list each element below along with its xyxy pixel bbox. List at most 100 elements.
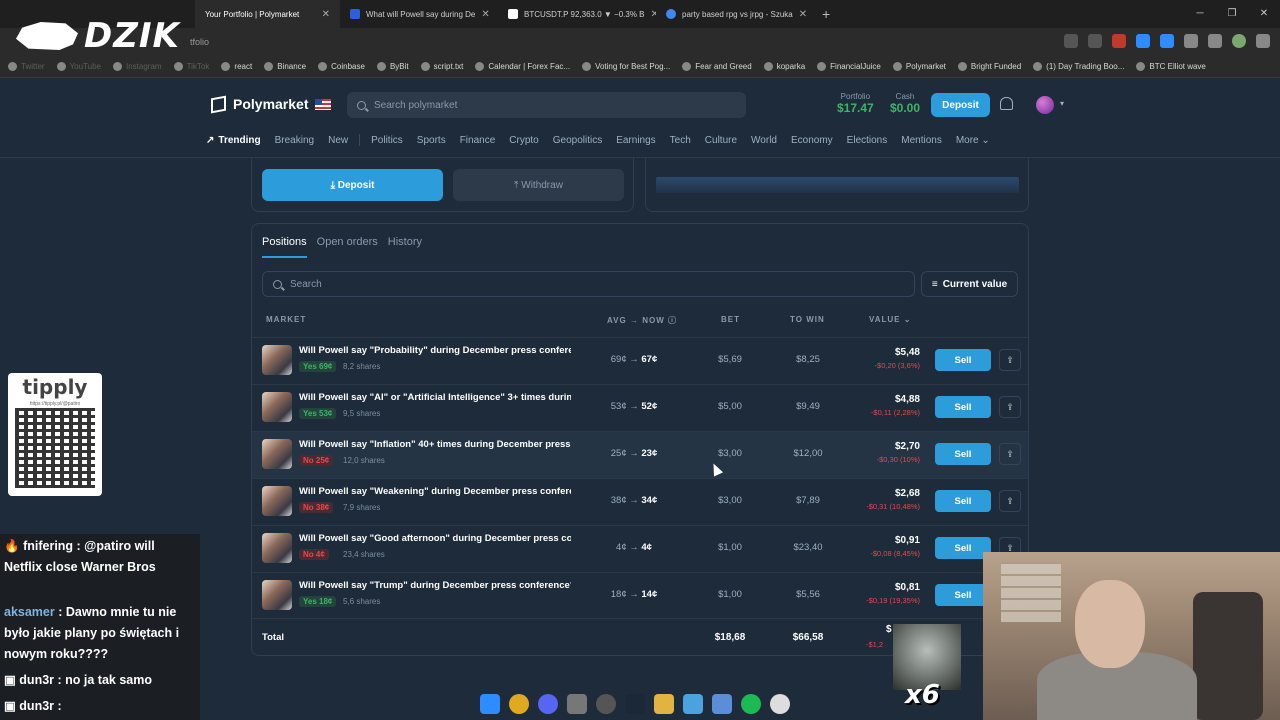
extension-icon[interactable] [1160, 34, 1174, 48]
share-icon[interactable]: ⇪ [999, 443, 1021, 465]
nav-item[interactable]: Breaking [268, 135, 321, 146]
bookmark-item[interactable]: FinancialJuice [817, 62, 881, 71]
nav-item[interactable]: Geopolitics [546, 135, 609, 146]
extension-icon[interactable] [1136, 34, 1150, 48]
positions-search[interactable] [262, 271, 915, 297]
tab-history[interactable]: History [388, 236, 422, 258]
bookmark-item[interactable]: Instagram [113, 62, 162, 71]
col-value[interactable]: VALUE ⌄ [869, 315, 911, 324]
folder-icon[interactable] [654, 694, 674, 714]
market-title[interactable]: Will Powell say "AI" or "Artificial Inte… [299, 392, 571, 403]
share-icon[interactable]: ⇪ [999, 349, 1021, 371]
media-icon[interactable] [1208, 34, 1222, 48]
chrome-icon[interactable] [509, 694, 529, 714]
sell-button[interactable]: Sell [935, 396, 991, 418]
bookmark-item[interactable]: BTC Elliot wave [1136, 62, 1206, 71]
app-icon[interactable] [683, 694, 703, 714]
bookmark-item[interactable]: Binance [264, 62, 306, 71]
close-icon[interactable]: ✕ [799, 9, 807, 20]
nav-item[interactable]: New [321, 135, 355, 146]
extension-icon[interactable] [1112, 34, 1126, 48]
share-icon[interactable]: ⇪ [999, 490, 1021, 512]
polymarket-logo[interactable]: Polymarket [211, 95, 332, 113]
nav-item[interactable]: Tech [663, 135, 698, 146]
bookmark-item[interactable]: TikTok [173, 62, 209, 71]
us-flag-icon[interactable] [315, 98, 332, 110]
chevron-down-icon[interactable]: ▾ [1060, 99, 1064, 108]
obs-icon[interactable] [596, 694, 616, 714]
close-window-icon[interactable]: ✕ [1248, 0, 1280, 28]
nav-item[interactable]: Sports [410, 135, 453, 146]
bookmark-item[interactable]: Coinbase [318, 62, 365, 71]
close-icon[interactable]: ✕ [322, 9, 330, 20]
nav-item[interactable]: Mentions [894, 135, 949, 146]
minimize-icon[interactable]: ─ [1184, 0, 1216, 28]
search-input[interactable] [374, 99, 714, 111]
url-text[interactable]: tfolio [190, 37, 209, 47]
bookmark-item[interactable]: Polymarket [892, 62, 946, 71]
col-avg-now[interactable]: AVG → NOW ⓘ [607, 315, 677, 326]
withdraw-button[interactable]: ⤒ Withdraw [453, 169, 624, 201]
header-deposit-button[interactable]: Deposit [931, 93, 990, 117]
nav-item[interactable]: Culture [698, 135, 744, 146]
share-icon[interactable]: ⇪ [999, 396, 1021, 418]
tab-powell[interactable]: What will Powell say during De ✕ [340, 0, 498, 28]
bookmark-item[interactable]: react [221, 62, 252, 71]
windows-start-icon[interactable] [480, 694, 500, 714]
bookmark-item[interactable]: Voting for Best Pog... [582, 62, 670, 71]
nav-item[interactable]: World [744, 135, 784, 146]
new-tab-icon[interactable]: + [814, 6, 838, 22]
nav-item[interactable]: Elections [840, 135, 895, 146]
bookmark-item[interactable]: Fear and Greed [682, 62, 752, 71]
site-search[interactable] [347, 92, 746, 118]
nav-item[interactable]: Earnings [609, 135, 662, 146]
portfolio-stat[interactable]: Portfolio $17.47 [837, 92, 874, 115]
tab-btcusdt[interactable]: BTCUSDT.P 92,363.0 ▼ −0.3% B ✕ [498, 0, 656, 28]
sell-button[interactable]: Sell [935, 443, 991, 465]
bookmark-item[interactable]: koparka [763, 62, 805, 71]
nav-item[interactable]: Finance [453, 135, 503, 146]
deposit-button[interactable]: ⤓ Deposit [262, 169, 443, 201]
nav-trending[interactable]: ↗ Trending [206, 135, 268, 146]
cash-stat[interactable]: Cash $0.00 [890, 92, 920, 115]
bell-icon[interactable] [1000, 97, 1013, 110]
kebab-menu-icon[interactable] [1256, 34, 1270, 48]
market-title[interactable]: Will Powell say "Weakening" during Decem… [299, 486, 571, 497]
nav-item[interactable]: Politics [364, 135, 410, 146]
spotify-icon[interactable] [741, 694, 761, 714]
install-icon[interactable] [1064, 34, 1078, 48]
bookmark-item[interactable]: script.txt [420, 62, 463, 71]
bookmark-item[interactable]: Bright Funded [957, 62, 1021, 71]
bookmark-item[interactable]: Twitter [8, 62, 45, 71]
puzzle-icon[interactable] [1184, 34, 1198, 48]
position-row[interactable]: Will Powell say "Good afternoon" during … [252, 525, 1028, 572]
nav-item[interactable]: Economy [784, 135, 840, 146]
tab-positions[interactable]: Positions [262, 236, 307, 258]
positions-search-input[interactable] [290, 278, 890, 290]
info-icon[interactable]: ⓘ [668, 316, 677, 325]
sell-button[interactable]: Sell [935, 490, 991, 512]
nav-item[interactable]: More ⌄ [949, 135, 997, 146]
tab-rpg[interactable]: party based rpg vs jrpg - Szuka ✕ [656, 0, 814, 28]
market-title[interactable]: Will Powell say "Inflation" 40+ times du… [299, 439, 571, 450]
market-title[interactable]: Will Powell say "Probability" during Dec… [299, 345, 571, 356]
position-row[interactable]: Will Powell say "AI" or "Artificial Inte… [252, 384, 1028, 431]
position-row[interactable]: Will Powell say "Trump" during December … [252, 572, 1028, 619]
position-row[interactable]: Will Powell say "Probability" during Dec… [252, 337, 1028, 384]
tab-portfolio[interactable]: Your Portfolio | Polymarket ✕ [195, 0, 340, 28]
discord-icon[interactable] [538, 694, 558, 714]
tab-open-orders[interactable]: Open orders [317, 236, 378, 258]
position-row[interactable]: Will Powell say "Weakening" during Decem… [252, 478, 1028, 525]
app-icon[interactable] [770, 694, 790, 714]
sell-button[interactable]: Sell [935, 349, 991, 371]
avatar[interactable] [1036, 96, 1054, 114]
maximize-icon[interactable]: ❐ [1216, 0, 1248, 28]
market-title[interactable]: Will Powell say "Good afternoon" during … [299, 533, 571, 544]
bookmark-item[interactable]: (1) Day Trading Boo... [1033, 62, 1124, 71]
app-icon[interactable] [567, 694, 587, 714]
position-row[interactable]: Will Powell say "Inflation" 40+ times du… [252, 431, 1028, 478]
sort-dropdown[interactable]: ≡ Current value [921, 271, 1018, 297]
address-bar[interactable]: tfolio [0, 28, 1280, 56]
bookmark-item[interactable]: ByBit [376, 62, 409, 71]
app-icon[interactable] [712, 694, 732, 714]
